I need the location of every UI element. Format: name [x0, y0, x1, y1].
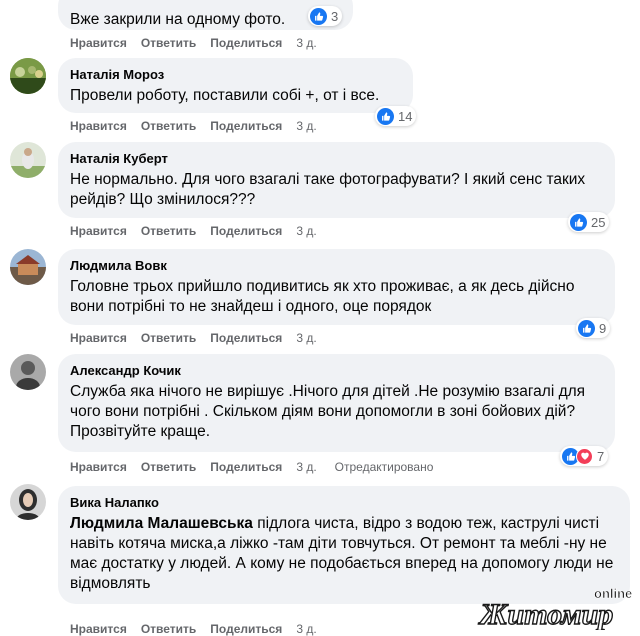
- avatar[interactable]: [10, 354, 46, 390]
- like-reaction-icon: [570, 213, 587, 231]
- reply-link[interactable]: Ответить: [141, 331, 196, 345]
- comment-time[interactable]: 3 д.: [296, 36, 316, 50]
- comment-time[interactable]: 3 д.: [296, 119, 316, 133]
- svg-text:Житомир: Житомир: [478, 598, 613, 630]
- comment-bubble: Наталія Мороз Провели роботу, поставили …: [58, 58, 413, 113]
- comment-author[interactable]: Людмила Вовк: [70, 257, 603, 274]
- like-link[interactable]: Нравится: [70, 36, 127, 50]
- reply-link[interactable]: Ответить: [141, 119, 196, 133]
- reaction-count: 9: [599, 320, 607, 336]
- reactions-badge[interactable]: 3: [308, 6, 343, 26]
- share-link[interactable]: Поделиться: [210, 460, 282, 474]
- comment-time[interactable]: 3 д.: [296, 224, 316, 238]
- reaction-count: 7: [597, 448, 605, 464]
- share-link[interactable]: Поделиться: [210, 331, 282, 345]
- mention-link[interactable]: Людмила Малашевська: [70, 515, 253, 532]
- comment-actions: Нравится Ответить Поделиться 3 д.: [70, 119, 331, 133]
- reaction-count: 25: [591, 214, 606, 230]
- love-reaction-icon: [576, 447, 593, 465]
- avatar[interactable]: [10, 142, 46, 178]
- comment-text: Не нормально. Для чого взагалі таке фото…: [70, 171, 586, 208]
- comment-text: Провели роботу, поставили собі +, от і в…: [70, 87, 380, 104]
- reply-link[interactable]: Ответить: [141, 224, 196, 238]
- comment-text: Служба яка нічого не вирішує .Нічого для…: [70, 383, 586, 440]
- comment-author[interactable]: Вика Налапко: [70, 494, 618, 511]
- avatar[interactable]: [10, 58, 46, 94]
- comment-bubble: Александр Кочик Служба яка нічого не вир…: [58, 354, 615, 452]
- reactions-badge[interactable]: 14: [375, 106, 417, 126]
- comment-actions: Нравится Ответить Поделиться 3 д.: [70, 224, 331, 238]
- comment-text: Головне трьох прийшло подивитись як хто …: [70, 278, 575, 315]
- like-reaction-icon: [310, 7, 327, 25]
- reaction-count: 3: [331, 8, 339, 24]
- reply-link[interactable]: Ответить: [141, 36, 196, 50]
- reactions-badge[interactable]: 9: [576, 318, 611, 338]
- comment-actions: Нравится Ответить Поделиться 3 д.: [70, 36, 331, 50]
- avatar[interactable]: [10, 249, 46, 285]
- comment-author[interactable]: Александр Кочик: [70, 362, 603, 379]
- reaction-count: 14: [398, 108, 413, 124]
- comment-author[interactable]: Наталія Куберт: [70, 150, 603, 167]
- comment-author[interactable]: Наталія Мороз: [70, 66, 401, 83]
- reply-link[interactable]: Ответить: [141, 460, 196, 474]
- edited-label[interactable]: Отредактировано: [335, 460, 434, 474]
- comment-bubble: Наталія Куберт Не нормально. Для чого вз…: [58, 142, 615, 218]
- share-link[interactable]: Поделиться: [210, 224, 282, 238]
- comment-actions: Нравится Ответить Поделиться 3 д. Отреда…: [70, 460, 447, 474]
- like-link[interactable]: Нравится: [70, 331, 127, 345]
- share-link[interactable]: Поделиться: [210, 119, 282, 133]
- reactions-badge[interactable]: 25: [568, 212, 610, 232]
- share-link[interactable]: Поделиться: [210, 36, 282, 50]
- like-link[interactable]: Нравится: [70, 460, 127, 474]
- avatar[interactable]: [10, 484, 46, 520]
- comment-bubble: Людмила Вовк Головне трьох прийшло подив…: [58, 249, 615, 325]
- comment-time[interactable]: 3 д.: [296, 460, 316, 474]
- like-link[interactable]: Нравится: [70, 119, 127, 133]
- reactions-badge[interactable]: 7: [560, 446, 609, 466]
- like-reaction-icon: [578, 319, 595, 337]
- comment-time[interactable]: 3 д.: [296, 331, 316, 345]
- like-reaction-icon: [377, 107, 394, 125]
- like-link[interactable]: Нравится: [70, 224, 127, 238]
- comment-actions: Нравится Ответить Поделиться 3 д.: [70, 331, 331, 345]
- zhytomyr-online-logo: online Житомир: [476, 582, 636, 632]
- comment-text: Вже закрили на одному фото.: [70, 11, 286, 28]
